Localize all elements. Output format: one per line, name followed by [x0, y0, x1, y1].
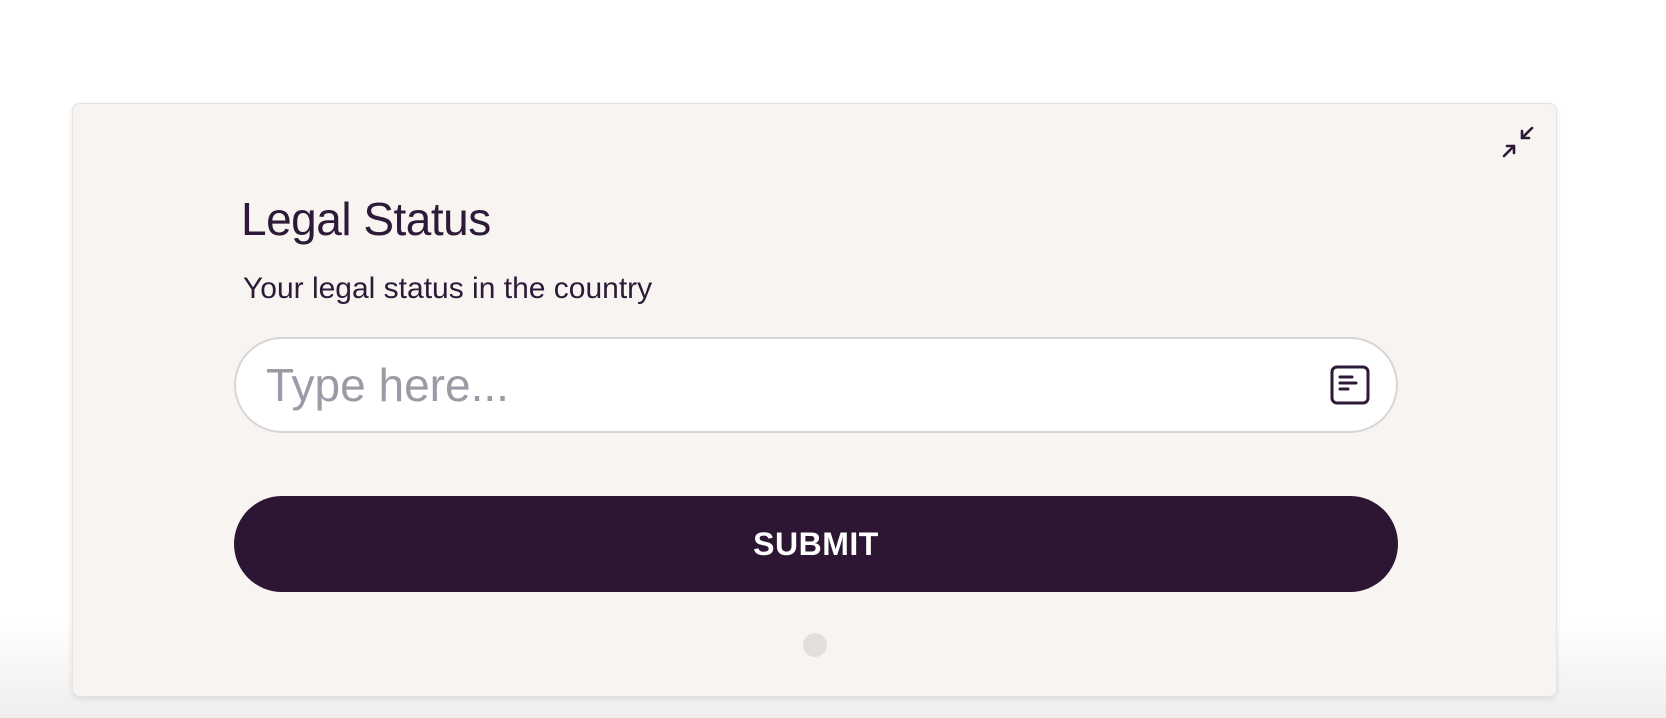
short-text-icon	[1328, 363, 1372, 407]
submit-button[interactable]: SUBMIT	[234, 496, 1398, 592]
question-card: Legal Status Your legal status in the co…	[72, 103, 1557, 697]
question-title: Legal Status	[241, 193, 491, 245]
collapse-arrows-icon	[1502, 126, 1534, 158]
collapse-button[interactable]	[1500, 124, 1536, 160]
progress-dot	[803, 633, 827, 657]
question-description: Your legal status in the country	[243, 272, 653, 305]
answer-input[interactable]	[266, 339, 1306, 431]
answer-field[interactable]	[234, 337, 1398, 433]
